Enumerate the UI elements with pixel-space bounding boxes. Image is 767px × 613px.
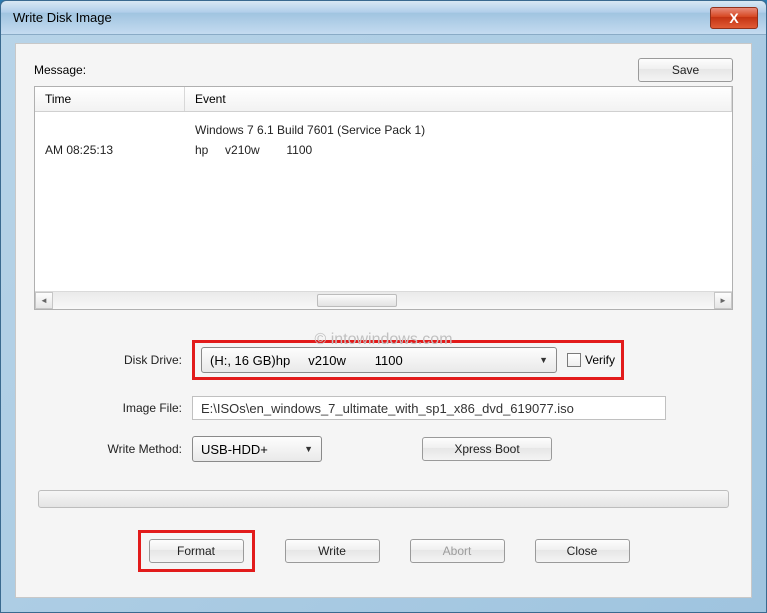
- verify-checkbox[interactable]: [567, 353, 581, 367]
- format-highlight: Format: [138, 530, 255, 572]
- table-row: AM 08:25:13 hp v210w 1100: [35, 140, 732, 160]
- close-window-button[interactable]: X: [710, 7, 758, 29]
- progress-bar: [38, 490, 729, 508]
- format-button[interactable]: Format: [149, 539, 244, 563]
- message-table: Time Event Windows 7 6.1 Build 7601 (Ser…: [34, 86, 733, 310]
- scroll-thumb[interactable]: [317, 294, 397, 307]
- cell-time-1: AM 08:25:13: [35, 142, 185, 158]
- disk-drive-value: (H:, 16 GB)hp v210w 1100: [210, 353, 403, 368]
- cell-event-1: hp v210w 1100: [185, 142, 732, 158]
- message-label: Message:: [34, 63, 86, 77]
- disk-drive-highlight: (H:, 16 GB)hp v210w 1100 ▼ Verify: [192, 340, 624, 380]
- table-row: Windows 7 6.1 Build 7601 (Service Pack 1…: [35, 120, 732, 140]
- write-method-dropdown[interactable]: USB-HDD+ ▼: [192, 436, 322, 462]
- image-file-label: Image File:: [34, 401, 192, 415]
- chevron-down-icon: ▼: [304, 444, 313, 454]
- abort-button: Abort: [410, 539, 505, 563]
- close-button[interactable]: Close: [535, 539, 630, 563]
- verify-label: Verify: [585, 353, 615, 367]
- write-button[interactable]: Write: [285, 539, 380, 563]
- table-header-event[interactable]: Event: [185, 87, 732, 111]
- close-icon: X: [729, 10, 738, 26]
- cell-event-0: Windows 7 6.1 Build 7601 (Service Pack 1…: [185, 122, 732, 138]
- disk-drive-dropdown[interactable]: (H:, 16 GB)hp v210w 1100 ▼: [201, 347, 557, 373]
- disk-drive-label: Disk Drive:: [34, 353, 192, 367]
- titlebar: Write Disk Image X: [1, 1, 766, 35]
- save-button[interactable]: Save: [638, 58, 733, 82]
- scroll-left-icon[interactable]: ◄: [35, 292, 53, 309]
- window-title: Write Disk Image: [13, 10, 112, 25]
- write-method-label: Write Method:: [34, 442, 192, 456]
- horizontal-scrollbar[interactable]: ◄ ►: [35, 291, 732, 309]
- image-file-input[interactable]: E:\ISOs\en_windows_7_ultimate_with_sp1_x…: [192, 396, 666, 420]
- scroll-right-icon[interactable]: ►: [714, 292, 732, 309]
- table-body: Windows 7 6.1 Build 7601 (Service Pack 1…: [35, 112, 732, 291]
- table-header-time[interactable]: Time: [35, 87, 185, 111]
- cell-time-0: [35, 122, 185, 138]
- chevron-down-icon: ▼: [539, 355, 548, 365]
- xpress-boot-button[interactable]: Xpress Boot: [422, 437, 552, 461]
- write-method-value: USB-HDD+: [201, 442, 268, 457]
